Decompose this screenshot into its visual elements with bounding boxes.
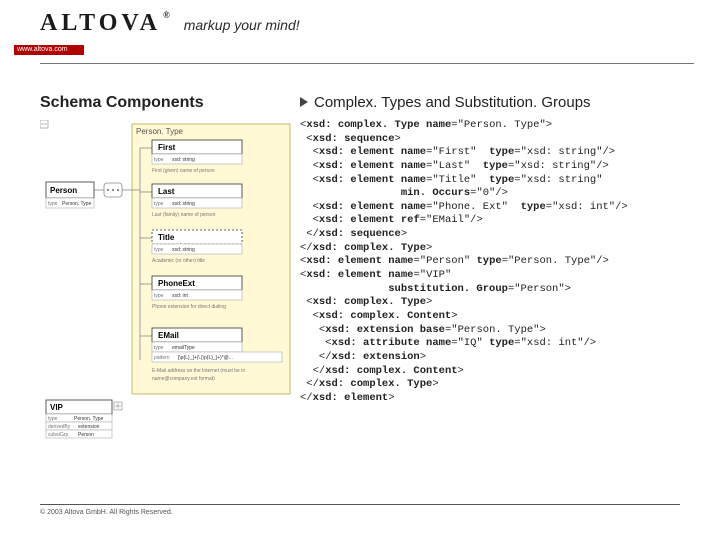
svg-text:xsd: string: xsd: string xyxy=(172,157,195,163)
svg-text:type: type xyxy=(154,201,164,207)
svg-text:EMail: EMail xyxy=(158,331,179,340)
svg-text:VIP: VIP xyxy=(50,403,64,412)
svg-text:type: type xyxy=(48,416,58,422)
code-block: <xsd: complex. Type name="Person. Type">… xyxy=(300,119,706,405)
right-column: Complex. Types and Substitution. Groups … xyxy=(300,94,720,442)
svg-text:substGrp: substGrp xyxy=(48,432,69,438)
svg-text:Person. Type: Person. Type xyxy=(136,127,184,136)
svg-text:xsd: string: xsd: string xyxy=(172,247,195,253)
svg-text:derivedBy: derivedBy xyxy=(48,424,71,430)
copyright: © 2003 Altova GmbH. All Rights Reserved. xyxy=(40,509,680,516)
right-title: Complex. Types and Substitution. Groups xyxy=(300,94,706,111)
svg-text:Person. Type: Person. Type xyxy=(74,416,104,422)
svg-text:Last (family) name of person: Last (family) name of person xyxy=(152,212,216,218)
svg-text:Person: Person xyxy=(50,186,77,195)
tagline: markup your mind! xyxy=(184,17,300,33)
triangle-bullet-icon xyxy=(300,94,310,111)
svg-text:First: First xyxy=(158,143,176,152)
svg-text:type: type xyxy=(154,157,164,163)
svg-text:First (given) name of person: First (given) name of person xyxy=(152,168,215,174)
svg-text:Title: Title xyxy=(158,233,175,242)
svg-text:[\p{L}_]+(\.[\p{L}_]+)*@...: [\p{L}_]+(\.[\p{L}_]+)*@... xyxy=(178,355,233,361)
logo: ALTOVA® xyxy=(40,10,170,37)
svg-text:xsd: int: xsd: int xyxy=(172,293,188,299)
svg-text:Phone extension for direct dia: Phone extension for direct dialing xyxy=(152,304,226,310)
schema-diagram: Person type Person. Type Person. Type xyxy=(40,120,298,442)
svg-text:Last: Last xyxy=(158,187,175,196)
header: ALTOVA® markup your mind! xyxy=(0,0,720,43)
registered-mark: ® xyxy=(163,10,170,20)
svg-text:extension: extension xyxy=(78,424,100,430)
footer-divider xyxy=(40,504,680,505)
left-column: Schema Components Person type Person. Ty… xyxy=(0,94,300,442)
svg-text:E-Mail address on the Internet: E-Mail address on the Internet (must be … xyxy=(152,368,245,374)
svg-text:Person. Type: Person. Type xyxy=(62,201,92,207)
svg-text:type: type xyxy=(154,247,164,253)
url-bar: www.altova.com xyxy=(14,45,84,55)
svg-text:xsd: string: xsd: string xyxy=(172,201,195,207)
footer: © 2003 Altova GmbH. All Rights Reserved. xyxy=(40,504,680,516)
svg-text:name@company.ext format): name@company.ext format) xyxy=(152,376,215,382)
left-title: Schema Components xyxy=(40,94,300,112)
content: Schema Components Person type Person. Ty… xyxy=(0,94,720,442)
svg-text:pattern: pattern xyxy=(154,355,170,361)
svg-text:Person: Person xyxy=(78,432,94,438)
divider xyxy=(40,63,694,64)
svg-text:PhoneExt: PhoneExt xyxy=(158,279,195,288)
svg-text:type: type xyxy=(154,293,164,299)
svg-text:Academic (or other) title: Academic (or other) title xyxy=(152,258,205,264)
svg-text:type: type xyxy=(154,345,164,351)
svg-text:emailType: emailType xyxy=(172,345,195,351)
svg-text:type: type xyxy=(48,201,58,207)
